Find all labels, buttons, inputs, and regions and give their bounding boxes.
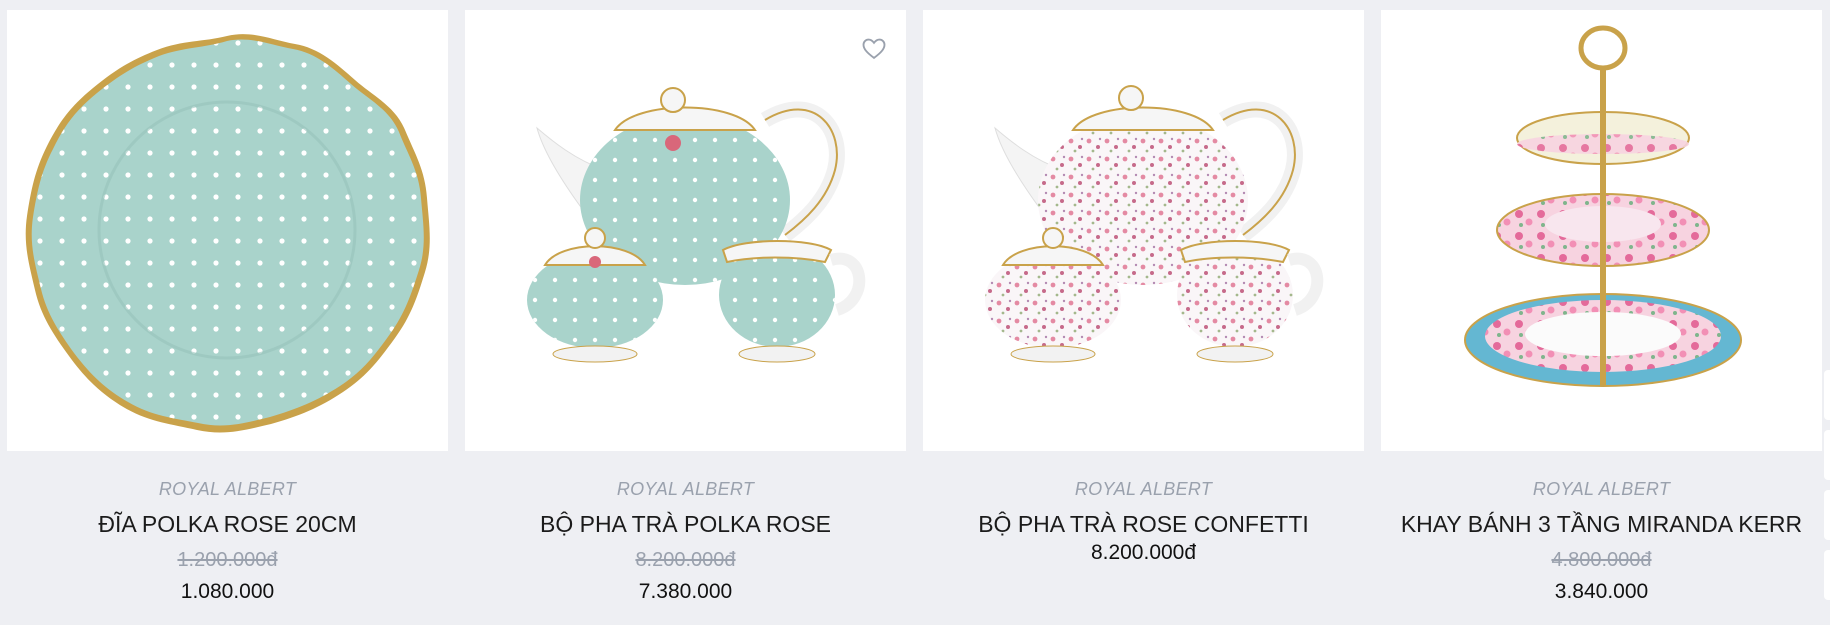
product-old-price: 4.800.000đ — [1551, 549, 1652, 571]
product-brand: ROYAL ALBERT — [158, 479, 297, 499]
polka-tea-set-image — [527, 87, 866, 363]
product-grid: ROYAL ALBERT ĐĨA POLKA ROSE 20CM 1.200.0… — [0, 0, 1830, 625]
product-brand: ROYAL ALBERT — [1074, 479, 1213, 499]
product-card[interactable]: ROYAL ALBERT BỘ PHA TRÀ ROSE CONFETTI 8.… — [923, 0, 1364, 625]
product-image[interactable] — [465, 10, 906, 451]
side-tab[interactable] — [1824, 370, 1830, 420]
product-old-price: 8.200.000đ — [635, 549, 736, 571]
product-image[interactable] — [7, 10, 448, 451]
product-brand: ROYAL ALBERT — [1532, 479, 1671, 499]
product-price: 1.080.000 — [180, 580, 275, 603]
product-name[interactable]: KHAY BÁNH 3 TẦNG MIRANDA KERR — [1381, 511, 1822, 538]
product-image[interactable] — [923, 10, 1364, 451]
product-old-price: 1.200.000đ — [177, 549, 278, 571]
product-name[interactable]: BỘ PHA TRÀ ROSE CONFETTI — [923, 511, 1364, 538]
side-floating-tabs[interactable] — [1824, 370, 1830, 610]
product-card[interactable]: ROYAL ALBERT KHAY BÁNH 3 TẦNG MIRANDA KE… — [1381, 0, 1822, 625]
wishlist-heart-icon[interactable] — [860, 34, 888, 62]
cake-stand-image — [1464, 25, 1742, 387]
product-card[interactable]: ROYAL ALBERT ĐĨA POLKA ROSE 20CM 1.200.0… — [7, 0, 448, 625]
product-name[interactable]: BỘ PHA TRÀ POLKA ROSE — [465, 511, 906, 538]
product-price: 3.840.000 — [1554, 580, 1649, 603]
rose-confetti-tea-set-image — [985, 85, 1324, 363]
polka-plate-image — [25, 34, 430, 433]
product-brand: ROYAL ALBERT — [616, 479, 755, 499]
side-tab[interactable] — [1824, 550, 1830, 600]
product-name[interactable]: ĐĨA POLKA ROSE 20CM — [7, 511, 448, 538]
side-tab[interactable] — [1824, 490, 1830, 540]
product-image[interactable] — [1381, 10, 1822, 451]
product-card[interactable]: ROYAL ALBERT BỘ PHA TRÀ POLKA ROSE 8.200… — [465, 0, 906, 625]
side-tab[interactable] — [1824, 430, 1830, 480]
product-price: 8.200.000đ — [1090, 541, 1197, 564]
product-price: 7.380.000 — [638, 580, 733, 603]
